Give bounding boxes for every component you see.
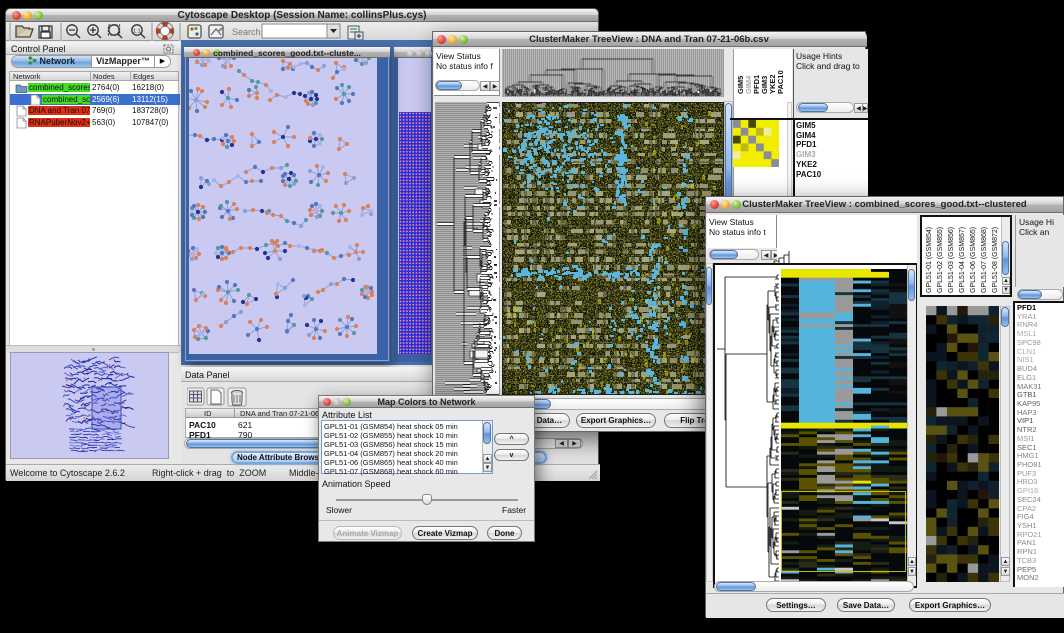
svg-text:1:1: 1:1 [133, 29, 141, 35]
svg-text:Search:: Search: [232, 27, 263, 37]
